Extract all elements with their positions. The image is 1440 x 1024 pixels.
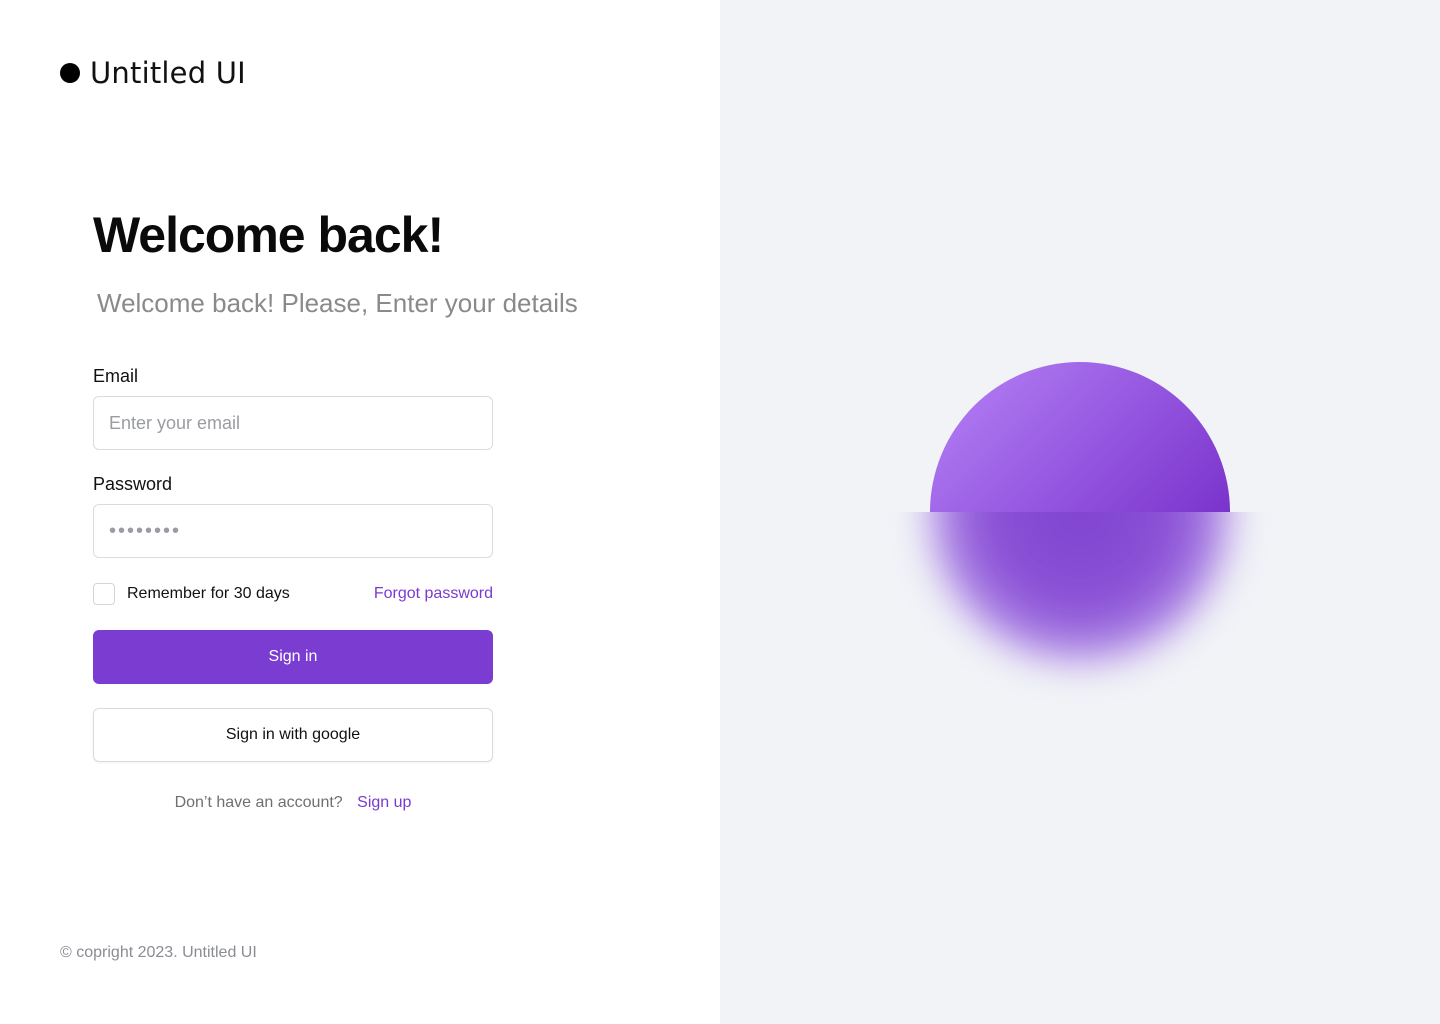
form-options: Remember for 30 days Forgot password <box>93 582 493 606</box>
password-field[interactable] <box>93 504 493 558</box>
remember-me[interactable]: Remember for 30 days <box>93 583 290 605</box>
remember-label: Remember for 30 days <box>127 585 290 602</box>
sign-up-link[interactable]: Sign up <box>357 794 411 811</box>
email-label: Email <box>93 366 139 386</box>
orb-top-half <box>930 362 1230 512</box>
signup-prompt: Don’t have an account? <box>174 794 343 811</box>
copyright-text: © copright 2023. Untitled UI <box>60 944 257 961</box>
login-form: Email Password Remember for 30 days Forg… <box>93 366 493 812</box>
brand-logo[interactable]: Untitled UI <box>60 56 246 90</box>
email-field[interactable] <box>93 396 493 450</box>
remember-checkbox[interactable] <box>93 583 115 605</box>
page-title: Welcome back! <box>93 207 444 263</box>
password-group: Password <box>93 474 493 558</box>
forgot-password-link[interactable]: Forgot password <box>374 585 493 603</box>
login-panel: Untitled UI Welcome back! Welcome back! … <box>0 0 720 1024</box>
login-page: Untitled UI Welcome back! Welcome back! … <box>0 0 1440 1024</box>
password-label: Password <box>93 474 173 494</box>
orb-bottom-half-blurred <box>930 512 1230 662</box>
logo-dot-icon <box>60 63 80 83</box>
illustration-panel <box>720 0 1440 1024</box>
email-group: Email <box>93 366 493 450</box>
brand-name: Untitled UI <box>90 56 246 90</box>
orb-illustration <box>880 362 1280 762</box>
signup-row: Don’t have an account? Sign up <box>93 794 493 812</box>
google-sign-in-button[interactable]: Sign in with google <box>93 708 493 762</box>
frosted-glass-overlay <box>880 512 1280 752</box>
page-subtitle: Welcome back! Please, Enter your details <box>97 288 578 318</box>
sign-in-button[interactable]: Sign in <box>93 630 493 684</box>
